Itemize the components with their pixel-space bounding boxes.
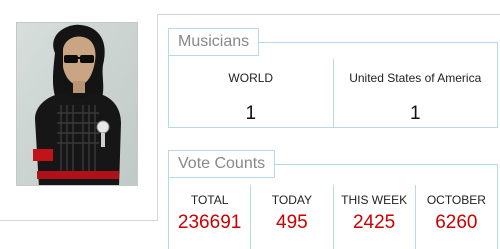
photo-card: [0, 14, 158, 221]
page: Musicians WORLD 1 United States of Ameri…: [0, 0, 500, 249]
vote-counts-panel: Vote Counts TOTAL 236691 TODAY 495 THIS …: [168, 150, 498, 249]
musician-photo[interactable]: [16, 22, 138, 186]
musicians-col-value: 1: [409, 103, 421, 124]
vote-col-month: OCTOBER 6260: [414, 185, 497, 249]
musicians-col-world: WORLD 1: [169, 59, 333, 127]
vote-counts-columns: TOTAL 236691 TODAY 495 THIS WEEK 2425 OC…: [169, 185, 497, 249]
vote-col-total: TOTAL 236691: [169, 185, 250, 249]
musicians-col-label[interactable]: United States of America: [334, 71, 498, 85]
vote-counts-title: Vote Counts: [168, 150, 276, 178]
musicians-col-label: WORLD: [228, 71, 274, 85]
musician-photo-image: [17, 23, 137, 185]
vote-col-value: 236691: [177, 212, 242, 233]
vote-col-value: 495: [276, 212, 308, 233]
musicians-col-value: 1: [245, 103, 257, 124]
vote-col-value: 2425: [352, 212, 396, 233]
musicians-col-country: United States of America 1: [332, 59, 498, 127]
musicians-title: Musicians: [168, 28, 260, 56]
vote-col-label: THIS WEEK: [341, 193, 408, 207]
vote-col-value: 6260: [435, 212, 478, 233]
vote-col-this-week: THIS WEEK 2425: [332, 185, 415, 249]
musicians-columns: WORLD 1 United States of America 1: [169, 59, 497, 127]
vote-col-label: TODAY: [271, 193, 312, 207]
vote-col-label: TOTAL: [190, 193, 229, 207]
musicians-panel: Musicians WORLD 1 United States of Ameri…: [168, 28, 498, 128]
vote-col-label: OCTOBER: [426, 193, 486, 207]
vote-col-today: TODAY 495: [250, 185, 332, 249]
